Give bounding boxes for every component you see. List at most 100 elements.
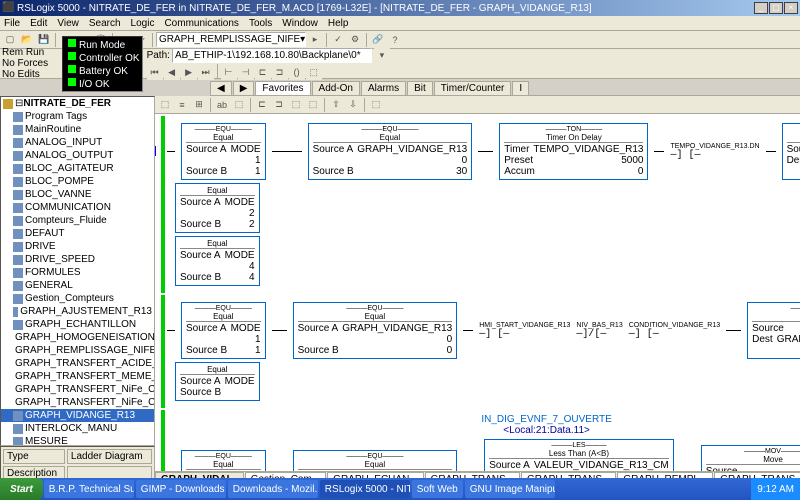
lt-4[interactable]: ab [214,97,230,113]
task-item[interactable]: Soft Web [412,480,463,498]
equ-block[interactable]: ———EQU——— Equal Source AMODE Source B1 [181,450,266,471]
menu-file[interactable]: File [4,18,20,29]
mov-block[interactable]: ———MOV——— Move Source0 DestGRAPH_VIDANGE… [782,123,800,180]
xic-contact[interactable]: NIV_BAS_R13—]/[— [576,322,622,340]
menu-help[interactable]: Help [328,18,349,29]
tree-item[interactable]: BLOC_AGITATEUR [1,162,154,175]
help-button[interactable]: ? [387,32,403,48]
build-button[interactable]: ⚙ [347,32,363,48]
rung-elem-5[interactable]: () [289,64,305,80]
equ-block[interactable]: Equal Source AMODE 2 Source B2 [175,183,260,233]
tree-item[interactable]: GRAPH_HOMOGENEISATION_C [1,331,154,344]
tree-item[interactable]: GRAPH_AJUSTEMENT_R13 [1,305,154,318]
equ-block[interactable]: ———EQU——— Equal Source AGRAPH_VIDANGE_R1… [293,450,458,471]
menu-communications[interactable]: Communications [164,18,238,29]
rung-elem-4[interactable]: ⊐ [272,64,288,80]
lt-7[interactable]: ⊐ [271,97,287,113]
nav-prev[interactable]: ◀ [164,64,180,80]
equ-block[interactable]: Equal Source AMODE 4 Source B4 [175,236,260,286]
tree-item[interactable]: Gestion_Compteurs [1,292,154,305]
tree-item[interactable]: GRAPH_TRANSFERT_NiFe_C11 [1,383,154,396]
close-button[interactable]: × [784,2,798,14]
rung-elem-3[interactable]: ⊏ [255,64,271,80]
lt-2[interactable]: ≡ [174,97,190,113]
equ-block[interactable]: ———EQU——— Equal Source AGRAPH_VIDANGE_R1… [308,123,473,180]
tree-item[interactable]: ANALOG_INPUT [1,136,154,149]
task-item[interactable]: GNU Image Manipulation P... [465,480,555,498]
equ-block[interactable]: ———EQU——— Equal Source AMODE 1 Source B1 [181,123,266,180]
rung-elem-2[interactable]: ⊣ [238,64,254,80]
mov-block[interactable]: ———MOV——— Move Source20 DestGRAPH_VIDANG… [701,445,800,472]
xic-contact[interactable]: CONDITION_VIDANGE_R13—] [— [629,322,720,340]
tree-item[interactable]: BLOC_VANNE [1,188,154,201]
tab-alarms[interactable]: Alarms [361,81,406,95]
menu-view[interactable]: View [57,18,79,29]
tree-item[interactable]: ANALOG_OUTPUT [1,149,154,162]
ton-block[interactable]: ———TON——— Timer On Delay TimerTEMPO_VIDA… [499,123,648,180]
tree-item[interactable]: DRIVE_SPEED [1,253,154,266]
tab-bit[interactable]: Bit [407,81,433,95]
rung-3[interactable]: 3 IN_DIG_EVNF_7_OUVERTE<Local:21:Data.11… [161,410,800,471]
tree-item[interactable]: INTERLOCK_MANU [1,422,154,435]
task-item[interactable]: B.R.P. Technical Support... [44,480,134,498]
maximize-button[interactable]: ▢ [769,2,783,14]
rung-elem-1[interactable]: ⊢ [221,64,237,80]
menu-search[interactable]: Search [89,18,121,29]
tree-root[interactable]: NITRATE_DE_FER [23,98,111,109]
tree-item[interactable]: BLOC_POMPE [1,175,154,188]
minimize-button[interactable]: _ [754,2,768,14]
menu-edit[interactable]: Edit [30,18,47,29]
ladder-editor[interactable]: 1 ———EQU——— Equal Source AMODE 1 Source … [155,114,800,471]
tree-item[interactable]: MainRoutine [1,123,154,136]
lt-11[interactable]: ⇩ [345,97,361,113]
equ-block[interactable]: ———EQU——— Equal Source AGRAPH_VIDANGE_R1… [293,302,458,359]
lt-5[interactable]: ⬚ [231,97,247,113]
nav-last[interactable]: ⏭ [198,64,214,80]
equ-block[interactable]: Equal Source AMODE Source B [175,362,260,401]
lt-3[interactable]: ⊞ [191,97,207,113]
task-item[interactable]: Downloads - Mozil... [228,480,318,498]
tree-item[interactable]: DEFAUT [1,227,154,240]
tree-item[interactable]: GRAPH_ECHANTILLON [1,318,154,331]
browse-path-button[interactable]: ▾ [374,47,390,63]
lt-1[interactable]: ⬚ [157,97,173,113]
lt-9[interactable]: ⬚ [305,97,321,113]
rung-1[interactable]: 1 ———EQU——— Equal Source AMODE 1 Source … [161,116,800,293]
tree-item[interactable]: MESURE [1,435,154,446]
nav-first[interactable]: ⏮ [147,64,163,80]
path-combo[interactable]: AB_ETHIP-1\192.168.10.80\Backplane\0* [172,48,372,63]
tree-item[interactable]: GRAPH_REMPLISSAGE_NIFE [1,344,154,357]
controller-tree[interactable]: ⊟ NITRATE_DE_FER Program TagsMainRoutine… [0,96,155,446]
tab-favorites[interactable]: Favorites [255,81,310,95]
rung-elem-6[interactable]: ⬚ [306,64,322,80]
tree-item[interactable]: COMMUNICATION [1,201,154,214]
tree-item[interactable]: Program Tags [1,110,154,123]
task-item-active[interactable]: RSLogix 5000 - NITRA... [320,480,410,498]
tab-addon[interactable]: Add-On [312,81,360,95]
tree-item[interactable]: Compteurs_Fluide [1,214,154,227]
online-button[interactable]: 🔗 [370,32,386,48]
lt-6[interactable]: ⊏ [254,97,270,113]
verify-button[interactable]: ✓ [330,32,346,48]
nav-next[interactable]: ▶ [181,64,197,80]
mov-block[interactable]: ———MOV——— Move Source10 DestGRAPH_VIDANG… [747,302,800,359]
tree-item[interactable]: FORMULES [1,266,154,279]
xic-contact[interactable]: HMI_START_VIDANGE_R13—] [— [479,322,570,340]
lt-8[interactable]: ⬚ [288,97,304,113]
les-block[interactable]: ———LES——— Less Than (A<B) Source AVALEUR… [484,439,673,471]
tree-item[interactable]: DRIVE [1,240,154,253]
menu-tools[interactable]: Tools [249,18,272,29]
xic-contact[interactable]: TEMPO_VIDANGE_R13.DN —] [— [670,143,759,161]
new-button[interactable]: ▢ [2,32,18,48]
tab-nav-right[interactable]: ▶ [233,81,255,95]
tree-item[interactable]: GENERAL [1,279,154,292]
tree-item[interactable]: GRAPH_TRANSFERT_MEME_DE [1,370,154,383]
routine-combo[interactable]: GRAPH_REMPLISSAGE_NIFE▾ [156,32,306,47]
system-tray[interactable]: 9:12 AM [751,478,800,500]
tree-item[interactable]: GRAPH_TRANSFERT_ACIDE_EA [1,357,154,370]
menu-logic[interactable]: Logic [131,18,155,29]
tree-item[interactable]: GRAPH_TRANSFERT_NiFe_C11 [1,396,154,409]
tab-nav-left[interactable]: ◀ [210,81,232,95]
lt-10[interactable]: ⇧ [328,97,344,113]
start-button[interactable]: Start [0,478,43,500]
